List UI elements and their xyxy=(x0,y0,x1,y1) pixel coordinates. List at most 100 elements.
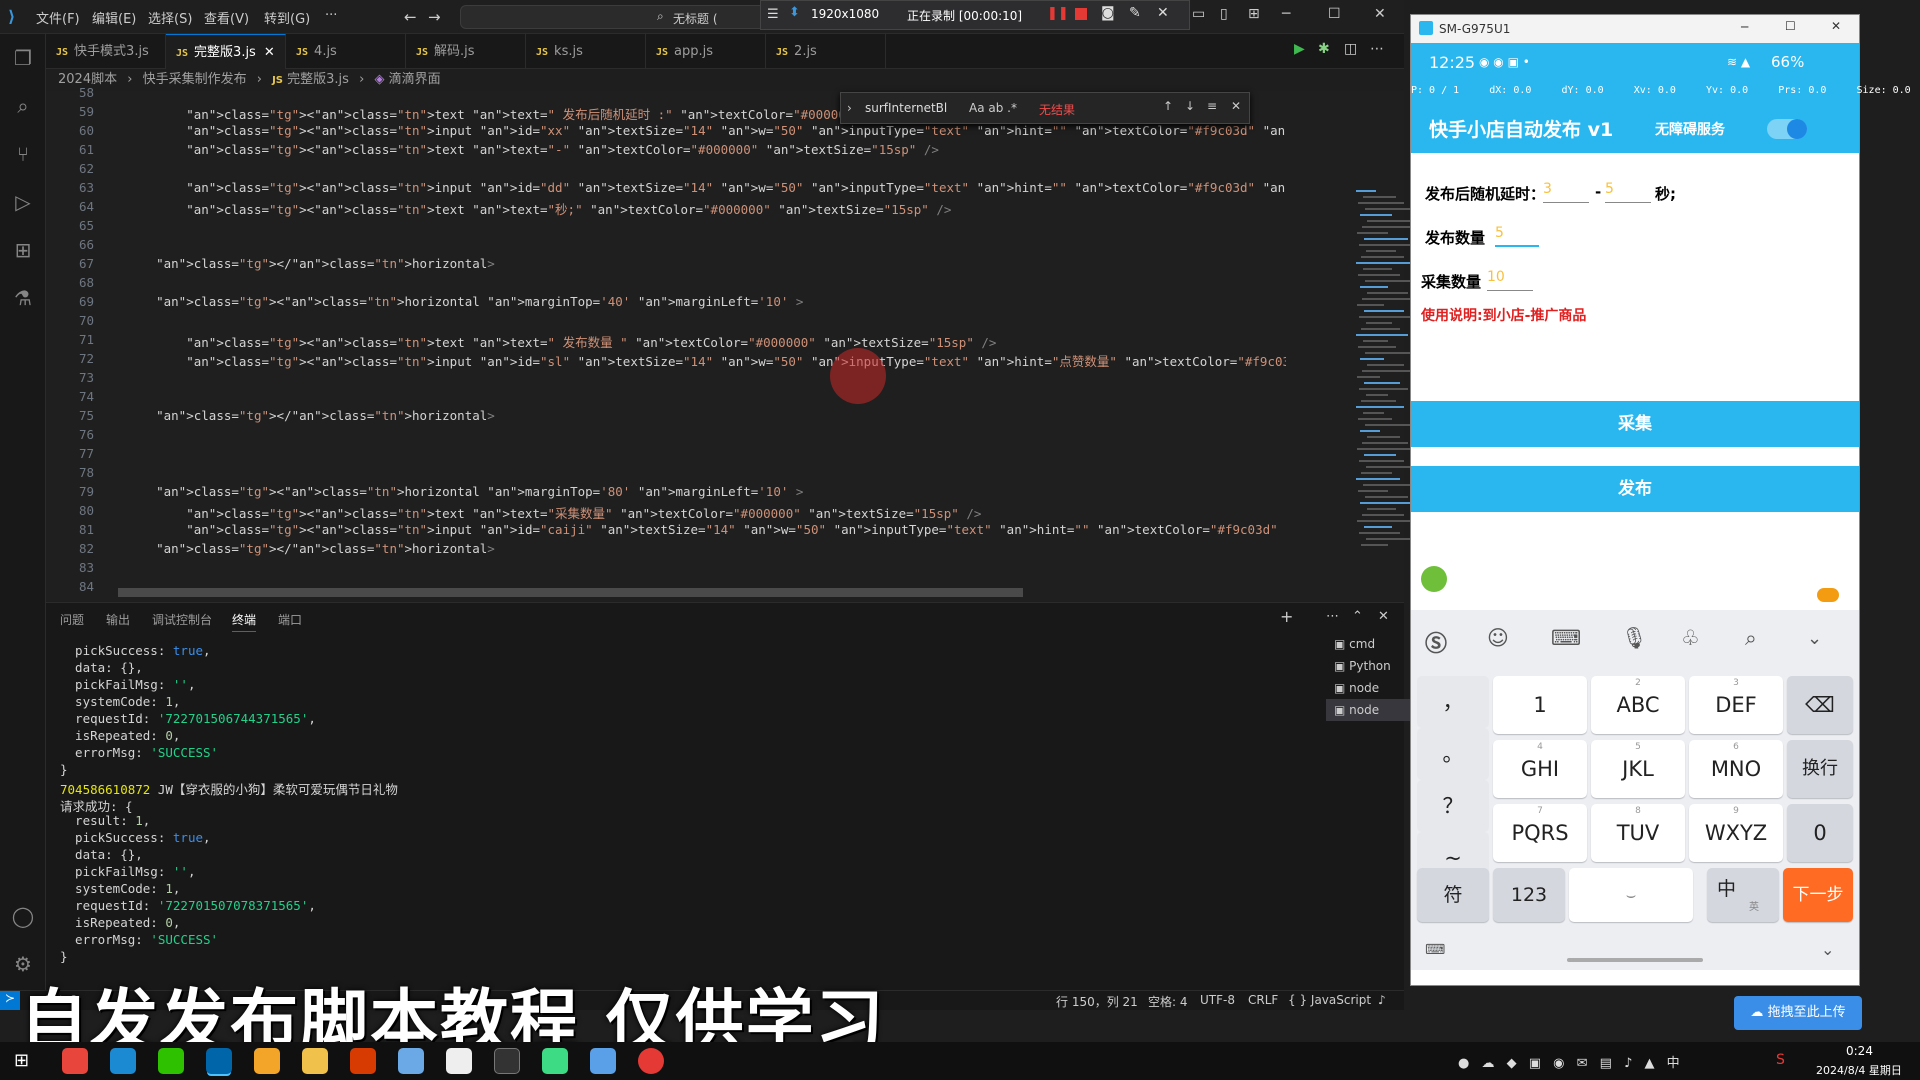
android-icon[interactable] xyxy=(542,1048,568,1074)
panel-tab-output[interactable]: 输出 xyxy=(106,611,130,628)
punct-key[interactable]: ， xyxy=(1417,676,1489,728)
key[interactable]: 8 TUV xyxy=(1591,804,1685,862)
breadcrumb-item[interactable]: 滴滴界面 xyxy=(389,72,441,87)
encoding[interactable]: UTF-8 xyxy=(1200,993,1235,1007)
qq-icon[interactable] xyxy=(446,1048,472,1074)
maximize-icon[interactable]: ☐ xyxy=(1785,19,1796,33)
wechat-icon[interactable] xyxy=(158,1048,184,1074)
keyboard-switch-icon[interactable]: ⌨ xyxy=(1425,942,1445,958)
delay-min-input[interactable]: 3 xyxy=(1543,181,1589,203)
chevron-right-icon[interactable]: › xyxy=(847,101,852,115)
code-line[interactable]: "an">class="tg"><"an">class="tn">text "a… xyxy=(126,104,928,123)
space-key[interactable]: ⌣ xyxy=(1569,868,1693,922)
minimize-icon[interactable]: ─ xyxy=(1741,20,1748,34)
collect-count-input[interactable]: 10 xyxy=(1487,269,1533,291)
pause-icon[interactable]: ❚❚ xyxy=(1047,6,1069,21)
find-input[interactable]: surfInternetBl xyxy=(865,101,947,115)
more-icon[interactable]: ⋯ xyxy=(1326,609,1339,624)
publish-button[interactable]: 发布 xyxy=(1411,466,1859,512)
upload-drop-button[interactable]: ☁ 拖拽至此上传 xyxy=(1734,996,1862,1030)
layout-custom-icon[interactable]: ⊞ xyxy=(1248,6,1260,22)
camera-icon[interactable]: ◙ xyxy=(1101,5,1115,21)
run-debug-icon[interactable]: ▷ xyxy=(0,182,46,222)
layout-panel-icon[interactable]: ▯ xyxy=(1220,6,1228,22)
stop-icon[interactable] xyxy=(1075,8,1087,20)
account-icon[interactable]: ◯ xyxy=(0,896,46,936)
close-window-icon[interactable]: ✕ xyxy=(1374,6,1386,22)
debug-icon[interactable]: ✱ xyxy=(1318,41,1330,57)
menu-more[interactable]: ··· xyxy=(325,8,337,23)
remote-icon[interactable]: ≻ xyxy=(0,991,20,1010)
next-step-key[interactable]: 下一步 xyxy=(1783,868,1853,922)
sogou-logo-icon[interactable]: Ⓢ xyxy=(1425,626,1447,658)
keyboard-layout-icon[interactable]: ⌨ xyxy=(1551,626,1581,650)
menu-selection[interactable]: 选择(S) xyxy=(148,8,192,27)
selection-icon[interactable]: ≡ xyxy=(1207,99,1217,113)
pen-icon[interactable]: ✎ xyxy=(1129,5,1141,21)
terminal-icon[interactable] xyxy=(494,1048,520,1074)
code-line[interactable]: "an">class="tg"><"an">class="tn">horizon… xyxy=(126,484,803,499)
code-editor[interactable]: 58 59 60 61 62 63 64 65 66 67 68 69 70 71 72 73 74 75 76 77… xyxy=(46,85,1424,601)
bell-icon[interactable]: ♪ xyxy=(1378,993,1386,1007)
code-line[interactable]: "an">class="tg"><"an">class="tn">text "a… xyxy=(126,503,981,522)
microphone-icon[interactable]: 🎙 xyxy=(1621,626,1648,651)
tab-file[interactable]: JS 2.js xyxy=(766,34,886,69)
menu-go[interactable]: 转到(G) xyxy=(264,8,310,27)
vscode-taskbar-icon[interactable] xyxy=(206,1048,232,1074)
code-line[interactable]: "an">class="tg"></"an">class="tn">horizo… xyxy=(126,256,495,271)
new-terminal-icon[interactable]: + xyxy=(1280,607,1293,626)
wps-icon[interactable] xyxy=(350,1048,376,1074)
search-icon[interactable]: ⌕ xyxy=(0,86,46,126)
gesture-bar[interactable] xyxy=(1567,958,1703,962)
accessibility-toggle[interactable] xyxy=(1767,119,1807,139)
chrome-icon[interactable] xyxy=(62,1048,88,1074)
language-mode[interactable]: { } JavaScript xyxy=(1288,993,1371,1007)
arrow-down-icon[interactable]: ↓ xyxy=(1185,99,1195,113)
close-panel-icon[interactable]: ✕ xyxy=(1378,609,1389,624)
code-line[interactable]: "an">class="tg"></"an">class="tn">horizo… xyxy=(126,541,495,556)
horizontal-scrollbar[interactable] xyxy=(118,588,1023,597)
backspace-key[interactable]: ⌫ xyxy=(1787,676,1853,734)
hide-keyboard-icon[interactable]: ⌄ xyxy=(1821,940,1834,959)
number-key[interactable]: 123 xyxy=(1493,868,1565,922)
search-icon[interactable]: ⌕ xyxy=(1745,626,1757,651)
terminal-output[interactable]: pickSuccess: true, data: {}, pickFailMsg… xyxy=(60,643,1280,983)
code-line[interactable]: "an">class="tg"><"an">class="tn">input "… xyxy=(126,123,1286,138)
tab-file[interactable]: JS 快手模式3.js xyxy=(46,34,166,69)
key[interactable]: 7 PQRS xyxy=(1493,804,1587,862)
windows-start-icon[interactable]: ⊞ xyxy=(14,1050,29,1071)
panel-tab-terminal[interactable]: 终端 xyxy=(232,611,257,632)
code-line[interactable]: "an">class="tg"><"an">class="tn">input "… xyxy=(126,522,1286,537)
zero-key[interactable]: 0 xyxy=(1787,804,1853,862)
list-icon[interactable]: ☰ xyxy=(767,7,779,22)
maximize-panel-icon[interactable]: ⌃ xyxy=(1352,609,1363,624)
tab-file[interactable]: JS ks.js xyxy=(526,34,646,69)
baidu-netdisk-icon[interactable] xyxy=(590,1048,616,1074)
indentation[interactable]: 空格: 4 xyxy=(1148,993,1188,1010)
maximize-icon[interactable]: ☐ xyxy=(1328,6,1341,22)
code-line[interactable]: "an">class="tg"><"an">class="tn">input "… xyxy=(126,351,1286,370)
testing-icon[interactable]: ⚗ xyxy=(0,278,46,318)
app-icon[interactable] xyxy=(254,1048,280,1074)
key[interactable]: 5 JKL xyxy=(1591,740,1685,798)
key[interactable]: 2 ABC xyxy=(1591,676,1685,734)
sogou-tray-icon[interactable]: S xyxy=(1776,1052,1785,1068)
arrow-up-icon[interactable]: ↑ xyxy=(1163,99,1173,113)
explorer-icon[interactable]: ❐ xyxy=(0,38,46,78)
code-content[interactable]: "an">class="tg"><"an">class="tn">text "a… xyxy=(126,91,1286,601)
close-icon[interactable]: ✕ xyxy=(1831,19,1841,33)
collapse-chevron-icon[interactable]: ⌄ xyxy=(1807,628,1822,649)
punct-key[interactable]: ？ xyxy=(1417,780,1489,832)
close-tab-icon[interactable]: ✕ xyxy=(264,45,275,60)
code-line[interactable]: "an">class="tg"><"an">class="tn">text "a… xyxy=(126,199,951,218)
code-line[interactable]: "an">class="tg"><"an">class="tn">input "… xyxy=(126,180,1286,195)
back-arrow-icon[interactable]: ← xyxy=(404,8,417,26)
emoji-icon[interactable]: ☺ xyxy=(1487,626,1509,650)
run-icon[interactable]: ▶ xyxy=(1294,41,1305,57)
system-tray-icons[interactable]: ● ☁ ◆ ▣ ◉ ✉ ▤ ♪ ▲ 中 xyxy=(1458,1052,1684,1071)
minimize-icon[interactable]: ─ xyxy=(1282,6,1290,22)
command-center[interactable]: ⌕ 无标题 ( xyxy=(460,5,780,29)
key[interactable]: 1 xyxy=(1493,676,1587,734)
breadcrumb-item[interactable]: 快手采集制作发布 xyxy=(143,72,247,87)
panel-tab-debug-console[interactable]: 调试控制台 xyxy=(152,611,212,628)
